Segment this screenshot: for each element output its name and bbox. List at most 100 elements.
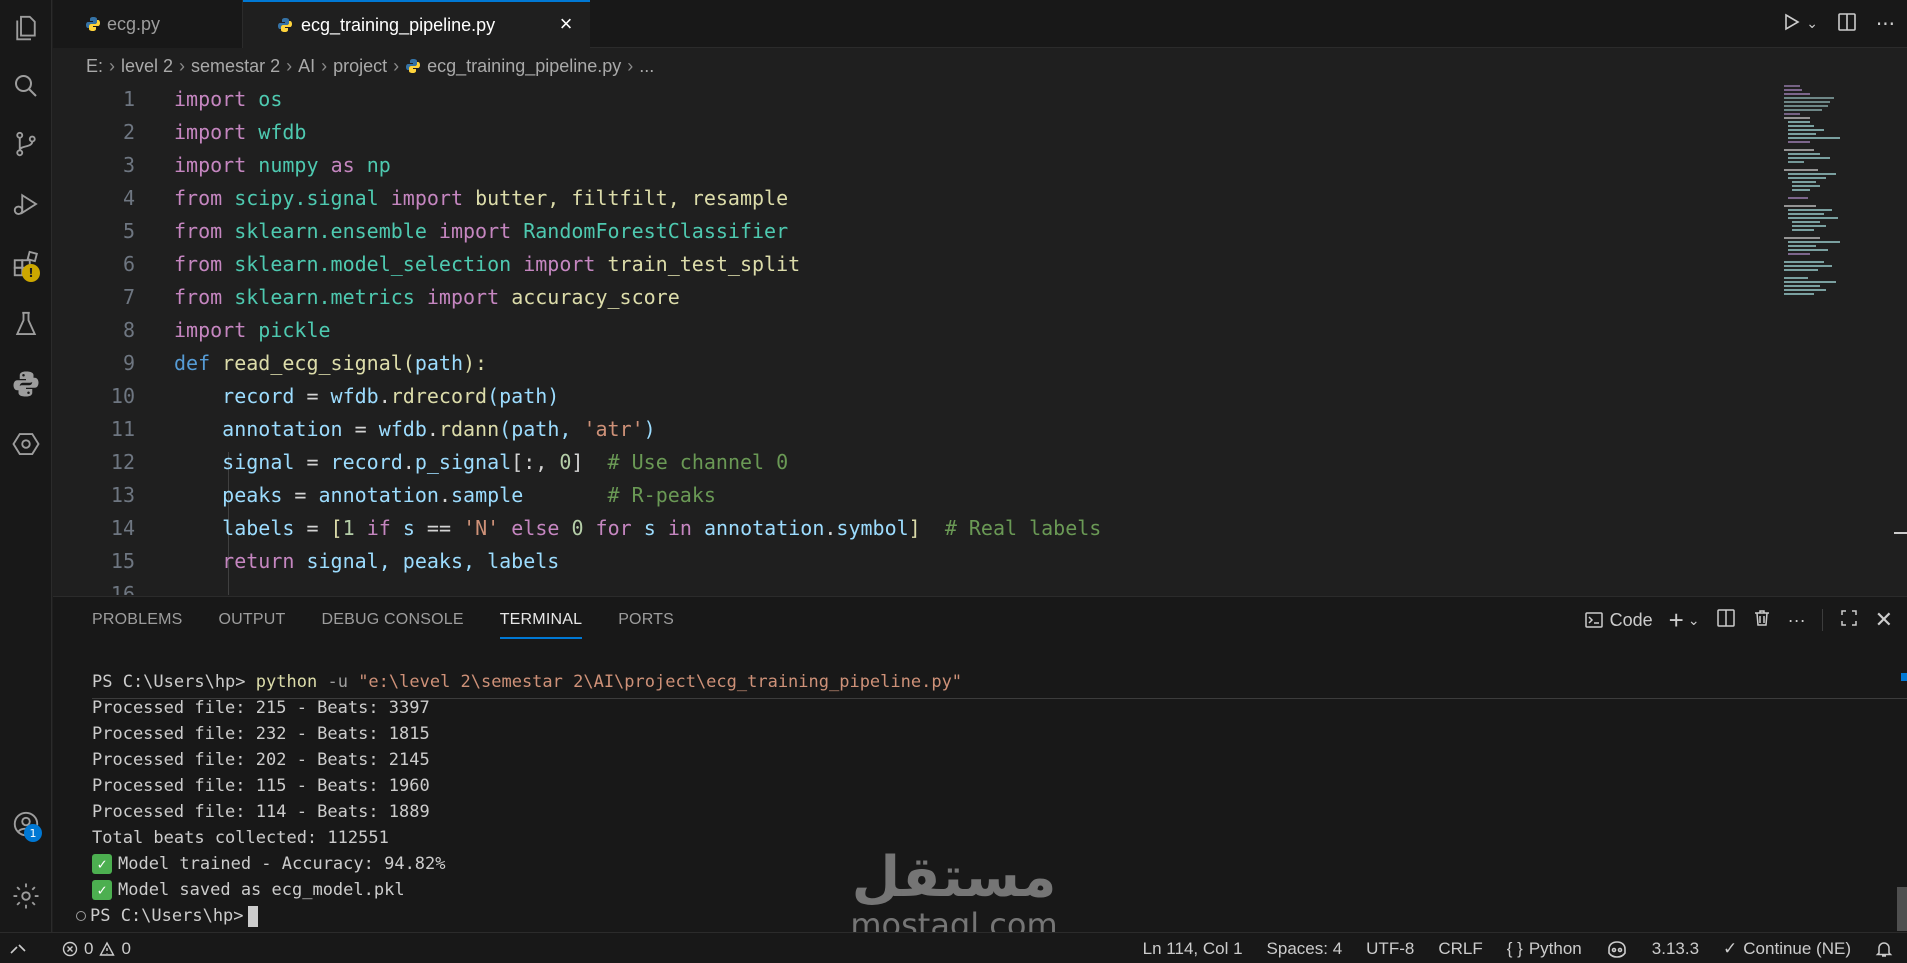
close-icon[interactable]: ×: [554, 12, 578, 36]
token: symbol: [836, 515, 909, 540]
check-icon: ✓: [92, 880, 112, 900]
run-debug-icon[interactable]: [0, 180, 52, 228]
terminal-output[interactable]: PS C:\Users\hp> python -u "e:\level 2\se…: [76, 669, 962, 929]
token: wfdb: [378, 416, 427, 441]
terminal-line: Processed file: 115 - Beats: 1960: [92, 776, 430, 796]
terminal-line: ✓ Model trained - Accuracy: 94.82%: [92, 851, 962, 877]
split-terminal-icon[interactable]: [1716, 608, 1736, 633]
remote-explorer-icon[interactable]: [0, 420, 52, 468]
close-panel-icon[interactable]: ✕: [1875, 607, 1893, 633]
split-editor-icon[interactable]: [1836, 11, 1858, 38]
token: as: [330, 152, 355, 177]
continue-status[interactable]: ✓ Continue (NE): [1723, 939, 1851, 959]
copilot-icon[interactable]: [1606, 940, 1628, 958]
code-line: 2 import wfdb: [53, 115, 1907, 148]
breadcrumb-item[interactable]: project: [333, 56, 387, 77]
more-actions-icon[interactable]: ···: [1788, 610, 1806, 631]
terminal-flag: -u: [327, 672, 348, 692]
line-number: 16: [110, 581, 135, 596]
tab-terminal[interactable]: TERMINAL: [499, 611, 583, 639]
token: butter, filtfilt, resample: [475, 185, 789, 210]
terminal-scrollbar[interactable]: [1897, 887, 1907, 931]
new-terminal-icon[interactable]: +: [1669, 607, 1684, 633]
accounts-icon[interactable]: 1: [0, 800, 52, 848]
token: s: [402, 515, 415, 540]
line-number: 1: [122, 86, 135, 111]
token: =: [294, 449, 331, 474]
settings-gear-icon[interactable]: [0, 872, 52, 920]
token: import: [174, 317, 247, 342]
encoding[interactable]: UTF-8: [1366, 939, 1414, 959]
token: # Use channel 0: [607, 449, 789, 474]
status-right: Ln 114, Col 1 Spaces: 4 UTF-8 CRLF { } Py…: [1143, 933, 1893, 963]
panel-actions: Code + ⌄ ··· ✕: [1584, 607, 1893, 633]
breadcrumb-item[interactable]: ecg_training_pipeline.py: [427, 56, 621, 77]
terminal-profile-button[interactable]: Code: [1584, 610, 1653, 631]
token: (path,: [499, 416, 584, 441]
token: import: [438, 218, 512, 243]
token: train_test_split: [607, 251, 801, 276]
token: path: [414, 350, 464, 375]
chevron-down-icon[interactable]: ⌄: [1806, 16, 1818, 32]
cursor-position[interactable]: Ln 114, Col 1: [1143, 939, 1243, 959]
terminal-cursor: [247, 905, 258, 927]
token: sklearn.ensemble: [234, 218, 427, 243]
token: =: [282, 482, 319, 507]
token: record: [222, 383, 295, 408]
python-version[interactable]: 3.13.3: [1652, 939, 1699, 959]
tab-debug-console[interactable]: DEBUG CONSOLE: [322, 611, 464, 639]
extensions-icon[interactable]: !: [0, 240, 52, 288]
warning-badge-icon: !: [22, 264, 40, 282]
terminal-line: Processed file: 232 - Beats: 1815: [92, 724, 430, 744]
tab-problems[interactable]: PROBLEMS: [92, 611, 183, 639]
token: labels: [222, 515, 295, 540]
chevron-right-icon: ›: [627, 55, 634, 76]
problems-status[interactable]: 0 0: [62, 939, 131, 959]
maximize-panel-icon[interactable]: [1839, 608, 1859, 633]
breadcrumb-item[interactable]: level 2: [121, 56, 173, 77]
code-line: 5 from sklearn.ensemble import RandomFore…: [53, 214, 1907, 247]
activity-bar: ! 1: [0, 0, 52, 932]
accounts-badge: 1: [24, 824, 42, 842]
line-number: 5: [122, 218, 135, 243]
token: =: [294, 515, 331, 540]
source-control-icon[interactable]: [0, 120, 52, 168]
terminal-line: Total beats collected: 112551: [92, 828, 389, 848]
token: from: [174, 284, 223, 309]
more-actions-icon[interactable]: ···: [1876, 12, 1895, 36]
token: wfdb: [258, 119, 307, 144]
breadcrumb-item[interactable]: AI: [298, 56, 315, 77]
breadcrumb-item[interactable]: E:: [86, 56, 103, 77]
trash-icon[interactable]: [1752, 608, 1772, 633]
testing-icon[interactable]: [0, 300, 52, 348]
line-number: 8: [122, 317, 135, 342]
token: accuracy_score: [511, 284, 680, 309]
language-mode[interactable]: { } Python: [1507, 939, 1582, 959]
minimap[interactable]: [1780, 82, 1850, 312]
token: .: [824, 515, 837, 540]
run-python-file-icon[interactable]: [1780, 11, 1802, 38]
remote-indicator-icon[interactable]: [8, 939, 28, 959]
token: [:,: [511, 449, 560, 474]
tab-ports[interactable]: PORTS: [618, 611, 674, 639]
token: signal: [222, 449, 295, 474]
line-endings[interactable]: CRLF: [1438, 939, 1482, 959]
token: def: [174, 350, 211, 375]
breadcrumb-item[interactable]: semestar 2: [191, 56, 280, 77]
tab-ecg-py[interactable]: ecg.py: [53, 0, 243, 48]
python-icon[interactable]: [0, 360, 52, 408]
search-icon[interactable]: [0, 62, 52, 110]
code-editor[interactable]: 1 import os 2 import wfdb 3 import numpy as…: [53, 82, 1907, 595]
token: numpy: [258, 152, 319, 177]
python-file-icon: [86, 17, 100, 31]
notifications-bell-icon[interactable]: [1875, 940, 1893, 958]
tab-ecg-training-pipeline[interactable]: ecg_training_pipeline.py ×: [243, 0, 590, 49]
terminal-line: Processed file: 114 - Beats: 1889: [92, 802, 430, 822]
terminal-success: Model saved as ecg_model.pkl: [118, 880, 405, 900]
tab-output[interactable]: OUTPUT: [219, 611, 286, 639]
chevron-right-icon: ›: [393, 55, 400, 76]
explorer-icon[interactable]: [0, 4, 52, 52]
breadcrumb-item[interactable]: ...: [639, 56, 654, 77]
indentation[interactable]: Spaces: 4: [1267, 939, 1343, 959]
chevron-down-icon[interactable]: ⌄: [1688, 612, 1700, 629]
